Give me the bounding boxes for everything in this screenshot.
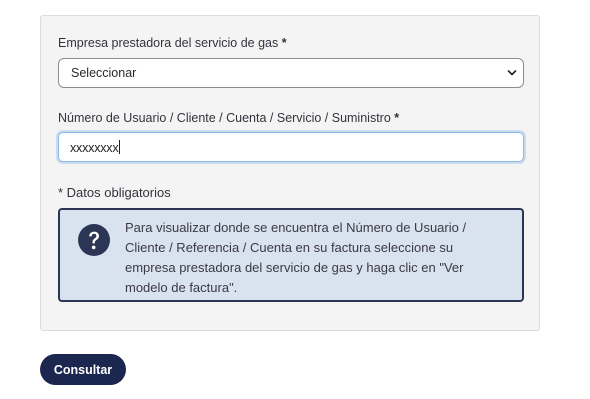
user-number-label-text: Número de Usuario / Cliente / Cuenta / S… <box>58 111 391 125</box>
chevron-down-icon <box>507 70 517 76</box>
consultar-button[interactable]: Consultar <box>40 354 126 385</box>
user-number-required-mark: * <box>394 111 400 125</box>
mandatory-fields-note: * Datos obligatorios <box>58 185 171 200</box>
provider-label-text: Empresa prestadora del servicio de gas <box>58 36 279 50</box>
info-box: Para visualizar donde se encuentra el Nú… <box>58 208 524 302</box>
text-caret <box>119 140 121 154</box>
question-circle-icon <box>78 224 110 256</box>
provider-required-mark: * <box>281 36 287 50</box>
user-number-input-value: xxxxxxxx <box>70 140 121 155</box>
user-number-input[interactable]: xxxxxxxx <box>58 132 524 162</box>
provider-select-value: Seleccionar <box>71 66 137 80</box>
query-form-card: Empresa prestadora del servicio de gas *… <box>40 15 540 331</box>
info-text: Para visualizar donde se encuentra el Nú… <box>125 220 467 295</box>
user-number-label: Número de Usuario / Cliente / Cuenta / S… <box>58 111 399 125</box>
provider-label: Empresa prestadora del servicio de gas * <box>58 36 287 50</box>
provider-select[interactable]: Seleccionar <box>58 58 524 88</box>
